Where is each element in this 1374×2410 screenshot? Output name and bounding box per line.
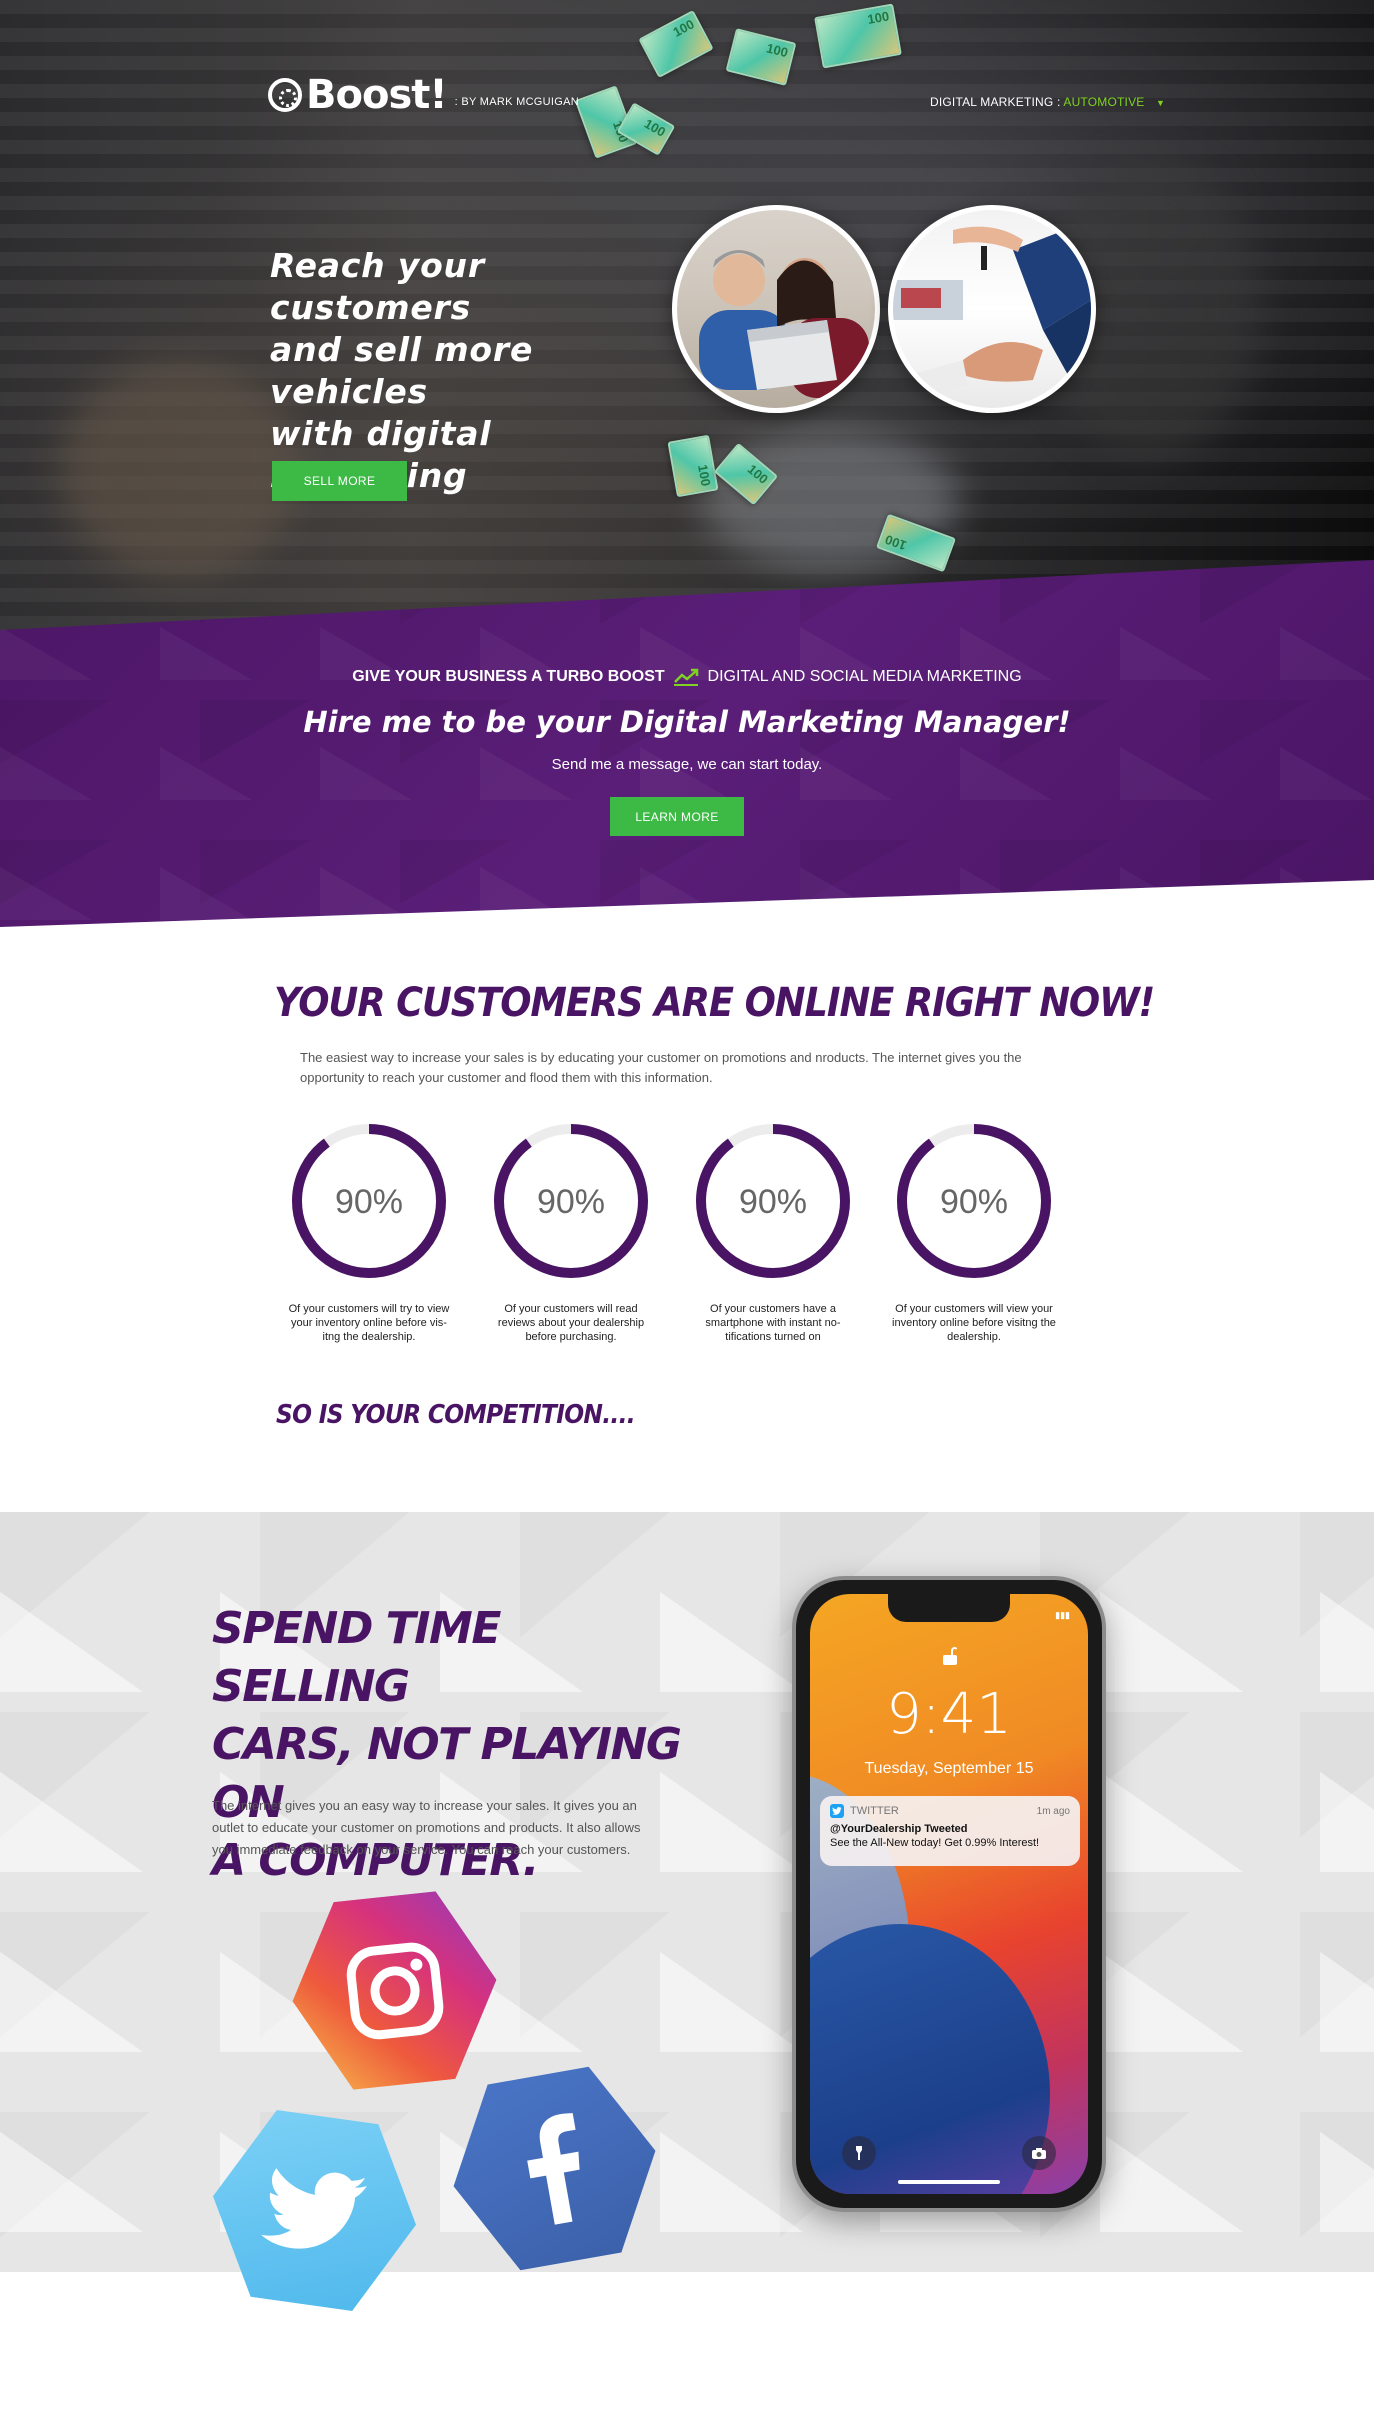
stat-ring-chart: 90% <box>292 1124 446 1278</box>
flying-banknote: 100 <box>638 10 714 78</box>
phone-notch <box>888 1594 1010 1622</box>
notification-body: See the All-New today! Get 0.99% Interes… <box>830 1837 1040 1849</box>
nav-prefix: DIGITAL MARKETING : <box>930 95 1061 109</box>
stat-value: 90% <box>940 1183 1008 1221</box>
learn-more-button[interactable]: LEARN MORE <box>610 797 744 836</box>
stat-value: 90% <box>537 1183 605 1221</box>
stat-ring-chart: 90% <box>897 1124 1051 1278</box>
stat-card: 90% Of your customers have a smartphone … <box>683 1120 863 1344</box>
industry-dropdown[interactable]: DIGITAL MARKETING : AUTOMOTIVE ▼ <box>930 95 1165 109</box>
flying-banknote: 100 <box>713 442 779 506</box>
notification-header: TWITTER 1m ago <box>830 1804 1070 1818</box>
stat-caption: Of your customers will view your invento… <box>892 1303 1056 1343</box>
flashlight-icon[interactable] <box>842 2136 876 2170</box>
notification-time: 1m ago <box>1036 1805 1070 1817</box>
band-subline: Send me a message, we can start today. <box>551 756 823 773</box>
lock-time: 9:41 <box>886 1682 1012 1747</box>
stat-ring-chart: 90% <box>696 1124 850 1278</box>
trending-up-icon <box>674 668 699 686</box>
online-heading: YOUR CUSTOMERS ARE ONLINE RIGHT NOW! <box>274 980 1155 1026</box>
car-key-handover-photo <box>888 205 1096 413</box>
twitter-bird-glyph <box>259 2162 370 2259</box>
competition-heading: SO IS YOUR COMPETITION.... <box>276 1400 636 1430</box>
stat-value: 90% <box>335 1183 403 1221</box>
chevron-down-icon: ▼ <box>1156 98 1166 108</box>
flying-banknote: 100 <box>725 28 797 86</box>
hero-title: Reach your customers and sell more vehic… <box>270 246 534 495</box>
logo-byline: : BY MARK MCGUIGAN <box>454 96 580 108</box>
stat-caption: Of your customers will read reviews abou… <box>497 1303 645 1343</box>
notification-app-name: TWITTER <box>850 1805 899 1817</box>
notification-title: @YourDealership Tweeted <box>830 1823 968 1835</box>
camera-icon[interactable] <box>1022 2136 1056 2170</box>
lock-screen: ▮▮▮ 9:41 Tuesday, September 15 TWITTER 1… <box>810 1594 1088 2194</box>
status-bar-icons: ▮▮▮ <box>1055 1610 1070 1620</box>
couple-laptop-photo <box>672 205 880 413</box>
stat-card: 90% Of your customers will view your inv… <box>884 1120 1064 1344</box>
stat-ring-chart: 90% <box>494 1124 648 1278</box>
stat-card: 90% Of your customers will read reviews … <box>481 1120 661 1344</box>
couple-laptop-illustration <box>699 250 869 398</box>
facebook-f-glyph <box>515 2109 593 2228</box>
twitter-small-icon <box>830 1804 844 1818</box>
flying-banknote: 100 <box>814 3 902 69</box>
unlock-icon <box>943 1646 958 1665</box>
sell-more-button[interactable]: SELL MORE <box>272 461 407 501</box>
lock-date: Tuesday, September 15 <box>864 1760 1034 1777</box>
band-headline: Hire me to be your Digital Marketing Man… <box>303 705 1071 739</box>
flying-banknote: 100 <box>667 434 719 498</box>
band-tagline: GIVE YOUR BUSINESS A TURBO BOOST DIGITAL… <box>0 668 1374 686</box>
handshake-illustration <box>893 220 1091 408</box>
twitter-notification[interactable]: TWITTER 1m ago @YourDealership Tweeted S… <box>820 1796 1080 1866</box>
stat-value: 90% <box>739 1183 807 1221</box>
hero-background-blur <box>60 360 300 580</box>
smartphone-mockup: ▮▮▮ 9:41 Tuesday, September 15 TWITTER 1… <box>792 1576 1106 2212</box>
stat-card: 90% Of your customers will try to view y… <box>279 1120 459 1344</box>
logo-text: Boost! <box>306 72 448 118</box>
band-tag-bold: GIVE YOUR BUSINESS A TURBO BOOST <box>352 668 665 686</box>
stat-caption: Of your customers will try to view your … <box>288 1303 450 1343</box>
social-section <box>0 1512 1374 2272</box>
flying-banknote: 100 <box>876 513 956 573</box>
instagram-glyph <box>337 1933 451 2047</box>
nav-selected-industry: AUTOMOTIVE <box>1063 95 1145 109</box>
boost-logo[interactable]: Boost! : BY MARK MCGUIGAN <box>268 72 579 118</box>
online-intro: The easiest way to increase your sales i… <box>300 1050 1022 1085</box>
home-indicator <box>898 2180 1000 2184</box>
turbo-icon <box>268 78 302 112</box>
hero-section: Boost! : BY MARK MCGUIGAN DIGITAL MARKET… <box>0 0 1374 640</box>
social-body: The internet gives you an easy way to in… <box>212 1798 641 1857</box>
band-tag-light: DIGITAL AND SOCIAL MEDIA MARKETING <box>707 668 1022 686</box>
stat-caption: Of your customers have a smartphone with… <box>705 1303 841 1343</box>
